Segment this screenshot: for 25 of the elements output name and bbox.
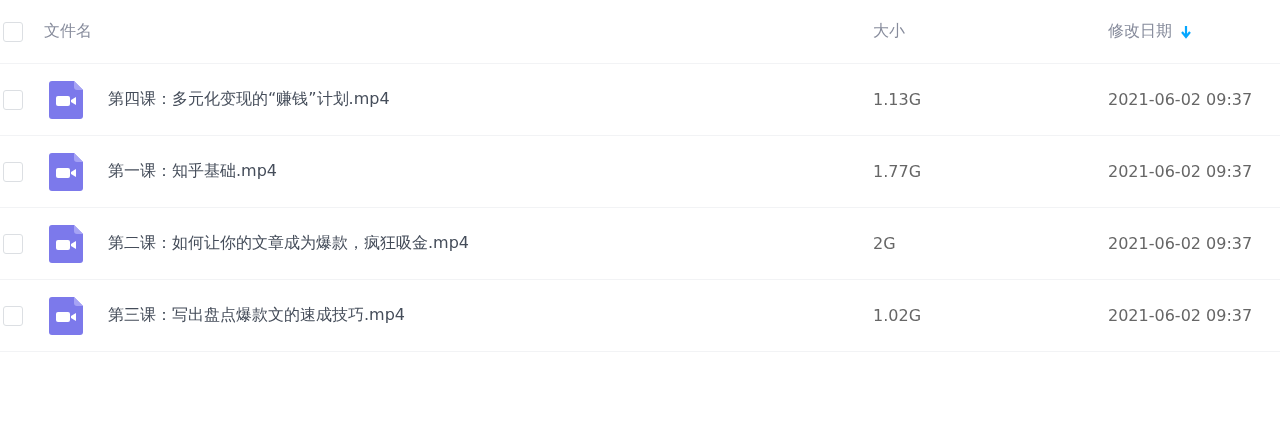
file-name[interactable]: 第三课：写出盘点爆款文的速成技巧.mp4 bbox=[108, 305, 405, 324]
column-header[interactable]: 大小 bbox=[873, 21, 905, 42]
modified-date: 2021-06-02 09:37 bbox=[1108, 234, 1253, 253]
row-checkbox[interactable] bbox=[3, 305, 23, 326]
modified-date: 2021-06-02 09:37 bbox=[1108, 162, 1253, 181]
column-header[interactable]: 修改日期 bbox=[1108, 21, 1192, 42]
file-size: 2G bbox=[873, 234, 896, 253]
row-checkbox[interactable] bbox=[3, 161, 23, 182]
modified-date: 2021-06-02 09:37 bbox=[1108, 306, 1253, 325]
modified-date: 2021-06-02 09:37 bbox=[1108, 90, 1253, 109]
file-name[interactable]: 第一课：知乎基础.mp4 bbox=[108, 161, 277, 180]
sort-down-arrow-icon[interactable] bbox=[1180, 24, 1192, 39]
video-file-icon bbox=[49, 80, 83, 119]
video-file-icon bbox=[49, 296, 83, 335]
file-size: 1.02G bbox=[873, 306, 922, 325]
row-checkbox[interactable] bbox=[3, 89, 23, 110]
file-name[interactable]: 第四课：多元化变现的“赚钱”计划.mp4 bbox=[108, 89, 390, 108]
row-checkbox[interactable] bbox=[3, 233, 23, 254]
column-header[interactable]: 文件名 bbox=[44, 21, 92, 42]
video-file-icon bbox=[49, 224, 83, 263]
video-file-icon bbox=[49, 152, 83, 191]
select-all-checkbox[interactable] bbox=[3, 21, 23, 42]
file-size: 1.77G bbox=[873, 162, 922, 181]
file-name[interactable]: 第二课：如何让你的文章成为爆款，疯狂吸金.mp4 bbox=[108, 233, 469, 252]
file-size: 1.13G bbox=[873, 90, 922, 109]
